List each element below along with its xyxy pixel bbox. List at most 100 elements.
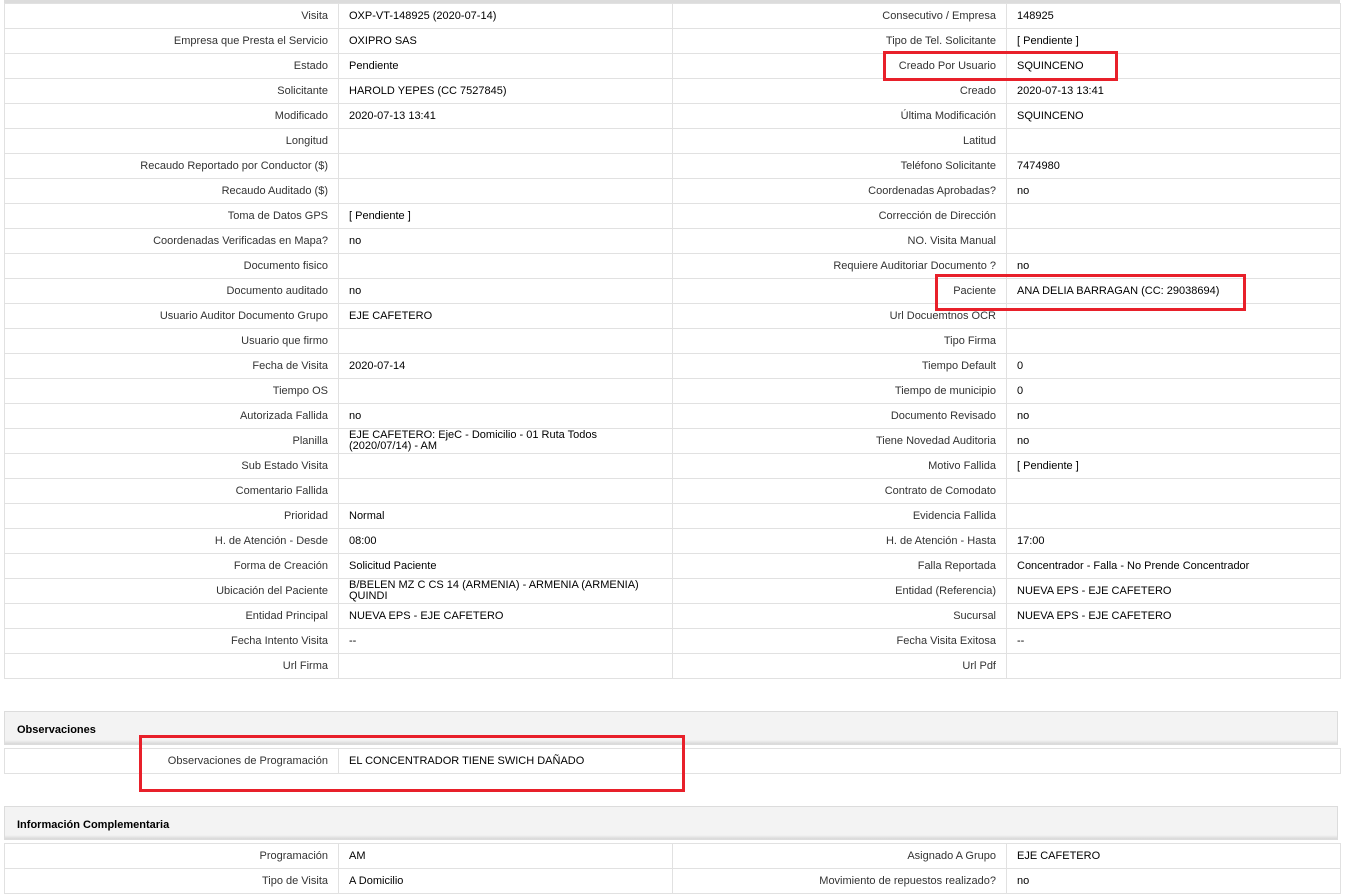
field-label: Teléfono Solicitante	[672, 153, 1007, 179]
field-value: [ Pendiente ]	[1006, 453, 1341, 479]
field-value	[338, 178, 673, 204]
field-label: Tiempo OS	[4, 378, 339, 404]
field-value: no	[338, 278, 673, 304]
field-label: H. de Atención - Hasta	[672, 528, 1007, 554]
field-label: Prioridad	[4, 503, 339, 529]
field-value: --	[338, 628, 673, 654]
field-label: Documento fisico	[4, 253, 339, 279]
field-value	[338, 253, 673, 279]
field-value: 08:00	[338, 528, 673, 554]
field-value	[1006, 128, 1341, 154]
field-value: Concentrador - Falla - No Prende Concent…	[1006, 553, 1341, 579]
table-row: Coordenadas Verificadas en Mapa? no NO. V…	[4, 228, 1341, 254]
field-label: Usuario Auditor Documento Grupo	[4, 303, 339, 329]
field-label: Url Docuemtnos OCR	[672, 303, 1007, 329]
field-value: no	[338, 403, 673, 429]
field-label: Documento Revisado	[672, 403, 1007, 429]
field-label: Recaudo Reportado por Conductor ($)	[4, 153, 339, 179]
field-value: SQUINCENO	[1006, 53, 1341, 79]
field-value: EL CONCENTRADOR TIENE SWICH DAÑADO	[338, 748, 1341, 774]
field-value: OXIPRO SAS	[338, 28, 673, 54]
field-label: Longitud	[4, 128, 339, 154]
field-label: Motivo Fallida	[672, 453, 1007, 479]
field-value	[1006, 328, 1341, 354]
field-label: Url Pdf	[672, 653, 1007, 679]
field-label: Asignado A Grupo	[672, 843, 1007, 869]
field-value: 2020-07-13 13:41	[338, 103, 673, 129]
complementaria-title: Información Complementaria	[17, 819, 170, 831]
field-value	[1006, 653, 1341, 679]
table-row: Longitud Latitud	[4, 128, 1341, 154]
field-label: Fecha de Visita	[4, 353, 339, 379]
table-row: Documento fisico Requiere Auditoriar Docu…	[4, 253, 1341, 279]
field-value: 2020-07-14	[338, 353, 673, 379]
field-label: Url Firma	[4, 653, 339, 679]
field-label: Observaciones de Programación	[4, 748, 339, 774]
table-row: Entidad Principal NUEVA EPS - EJE CAFETER…	[4, 603, 1341, 629]
field-label: Contrato de Comodato	[672, 478, 1007, 504]
field-value: Pendiente	[338, 53, 673, 79]
field-value: NUEVA EPS - EJE CAFETERO	[338, 603, 673, 629]
field-label: Requiere Auditoriar Documento ?	[672, 253, 1007, 279]
field-label: Sub Estado Visita	[4, 453, 339, 479]
field-value: 0	[1006, 378, 1341, 404]
field-value: B/BELEN MZ C CS 14 (ARMENIA) - ARMENIA (…	[338, 578, 673, 604]
table-row: Toma de Datos GPS[ Pendiente ] Corrección…	[4, 203, 1341, 229]
table-row: Estado Pendiente Creado Por Usuario SQUINCE…	[4, 53, 1341, 79]
field-label: Consecutivo / Empresa	[672, 3, 1007, 29]
field-value	[1006, 503, 1341, 529]
table-row: Planilla EJE CAFETERO: EjeC - Domicilio -…	[4, 428, 1341, 454]
table-row: Forma de Creación Solicitud Paciente Falla…	[4, 553, 1341, 579]
field-value	[338, 378, 673, 404]
table-row: Comentario Fallida Contrato de Comodato	[4, 478, 1341, 504]
table-row: Url Firma Url Pdf	[4, 653, 1341, 679]
field-value: [ Pendiente ]	[1006, 28, 1341, 54]
field-value: EJE CAFETERO	[338, 303, 673, 329]
field-value: NUEVA EPS - EJE CAFETERO	[1006, 578, 1341, 604]
field-label: Última Modificación	[672, 103, 1007, 129]
table-row: Fecha de Visita 2020-07-14 Tiempo Default…	[4, 353, 1341, 379]
table-row: Recaudo Auditado ($) Coordenadas Aprobada…	[4, 178, 1341, 204]
field-label: Fecha Intento Visita	[4, 628, 339, 654]
field-label: Creado Por Usuario	[672, 53, 1007, 79]
field-value: NUEVA EPS - EJE CAFETERO	[1006, 603, 1341, 629]
table-row: Recaudo Reportado por Conductor ($) Teléf…	[4, 153, 1341, 179]
field-label: Visita	[4, 3, 339, 29]
field-label: Tipo de Tel. Solicitante	[672, 28, 1007, 54]
field-value	[338, 478, 673, 504]
field-value	[1006, 303, 1341, 329]
complementaria-table: Programación AM Asignado A Grupo EJE CAFETE…	[4, 843, 1341, 894]
field-label: Fecha Visita Exitosa	[672, 628, 1007, 654]
field-label: Estado	[4, 53, 339, 79]
field-value: OXP-VT-148925 (2020-07-14)	[338, 3, 673, 29]
field-value: HAROLD YEPES (CC 7527845)	[338, 78, 673, 104]
field-value: 148925	[1006, 3, 1341, 29]
field-value: Solicitud Paciente	[338, 553, 673, 579]
table-row: Usuario Auditor Documento Grupo EJE CAFET…	[4, 303, 1341, 329]
visit-details-table: Visita OXP-VT-148925 (2020-07-14) Consecut…	[4, 3, 1341, 679]
field-label: Tiene Novedad Auditoria	[672, 428, 1007, 454]
field-label: Tipo Firma	[672, 328, 1007, 354]
field-value: 2020-07-13 13:41	[1006, 78, 1341, 104]
field-label: Ubicación del Paciente	[4, 578, 339, 604]
field-value: SQUINCENO	[1006, 103, 1341, 129]
field-label: Autorizada Fallida	[4, 403, 339, 429]
field-label: Solicitante	[4, 78, 339, 104]
field-value: no	[338, 228, 673, 254]
field-label: Entidad (Referencia)	[672, 578, 1007, 604]
table-row: Tiempo OS Tiempo de municipio 0	[4, 378, 1341, 404]
table-row: Documento auditado no Paciente ANA DELIA B…	[4, 278, 1341, 304]
table-row: Empresa que Presta el Servicio OXIPRO SAS…	[4, 28, 1341, 54]
field-label: Empresa que Presta el Servicio	[4, 28, 339, 54]
field-value: [ Pendiente ]	[338, 203, 673, 229]
table-row: Prioridad Normal Evidencia Fallida	[4, 503, 1341, 529]
field-label: NO. Visita Manual	[672, 228, 1007, 254]
field-label: Latitud	[672, 128, 1007, 154]
field-label: Tiempo de municipio	[672, 378, 1007, 404]
observaciones-title: Observaciones	[17, 724, 96, 736]
field-value: 0	[1006, 353, 1341, 379]
table-row: Fecha Intento Visita -- Fecha Visita Exit…	[4, 628, 1341, 654]
field-value: 7474980	[1006, 153, 1341, 179]
field-label: Programación	[4, 843, 339, 869]
field-value	[1006, 228, 1341, 254]
